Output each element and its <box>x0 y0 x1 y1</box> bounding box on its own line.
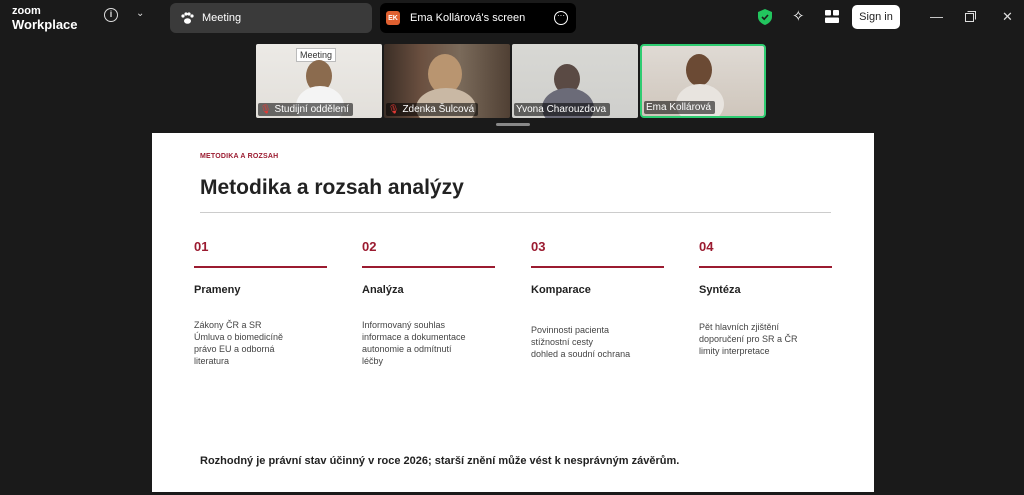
participant-name: Zdenka Šulcová <box>402 104 475 115</box>
info-icon[interactable]: i <box>104 8 118 22</box>
column-line: léčby <box>362 355 384 366</box>
more-options-icon[interactable]: ··· <box>554 11 568 25</box>
column-line: právo EU a odborná <box>194 343 275 354</box>
divider <box>194 266 327 268</box>
participant-name: Studijní oddělení <box>274 104 349 115</box>
participant-video <box>686 54 712 86</box>
avatar: EK <box>386 11 400 25</box>
participant-name: Ema Kollárová <box>646 102 712 113</box>
shield-icon[interactable] <box>758 9 772 25</box>
column-body: Pět hlavních zjištění doporučení pro SR … <box>699 321 832 357</box>
tab-shared-screen-label: Ema Kollárová's screen <box>410 12 526 24</box>
zoom-logo: zoom Workplace <box>12 5 78 32</box>
column-number: 04 <box>699 239 714 254</box>
column-number: 01 <box>194 239 209 254</box>
column-line: Zákony ČR a SR <box>194 319 262 330</box>
column-body: Zákony ČR a SR Úmluva o biomedicíně práv… <box>194 319 327 368</box>
column-heading: Komparace <box>531 283 591 296</box>
method-column: 01 Prameny Zákony ČR a SR Úmluva o biome… <box>194 239 327 367</box>
apps-icon[interactable] <box>825 10 839 23</box>
participant-gallery: Meeting 🎙 Studijní oddělení 🎙 Zdenka Šul… <box>256 44 766 118</box>
column-line: Povinnosti pacienta <box>531 324 610 335</box>
logo-brand-bottom: Workplace <box>12 17 78 32</box>
slide-footer-note: Rozhodný je právní stav účinný v roce 20… <box>200 455 680 467</box>
column-line: limity interpretace <box>699 345 770 356</box>
gallery-drag-handle[interactable] <box>496 123 530 126</box>
column-line: informace a dokumentace <box>362 331 466 342</box>
slide-eyebrow: METODIKA A ROZSAH <box>200 153 279 160</box>
column-number: 02 <box>362 239 377 254</box>
mic-muted-icon: 🎙 <box>260 104 272 114</box>
column-number: 03 <box>531 239 546 254</box>
column-line: autonomie a odmítnutí <box>362 343 452 354</box>
ai-companion-icon[interactable]: ✧ <box>792 7 805 25</box>
title-bar: zoom Workplace i ⌄ Meeting EK Ema Kollár… <box>0 0 1024 36</box>
column-line: stížnostní cesty <box>531 336 594 347</box>
participant-name: Yvona Charouzdova <box>516 104 607 115</box>
divider <box>699 266 832 268</box>
paw-icon <box>181 12 194 24</box>
method-column: 02 Analýza Informovaný souhlas informace… <box>362 239 495 367</box>
column-line: Pět hlavních zjištění <box>699 321 780 332</box>
minimize-icon[interactable]: — <box>930 10 943 23</box>
tab-meeting[interactable]: Meeting <box>170 3 372 33</box>
participant-tile[interactable]: Meeting 🎙 Studijní oddělení <box>256 44 382 118</box>
column-heading: Prameny <box>194 283 241 296</box>
column-heading: Syntéza <box>699 283 741 296</box>
tab-meeting-label: Meeting <box>202 12 242 24</box>
logo-brand-top: zoom <box>12 5 41 17</box>
participant-label: 🎙 Studijní oddělení <box>258 103 353 116</box>
method-column: 04 Syntéza Pět hlavních zjištění doporuč… <box>699 239 832 357</box>
participant-label: 🎙 Zdenka Šulcová <box>386 103 479 116</box>
divider <box>200 212 831 213</box>
chevron-down-icon[interactable]: ⌄ <box>136 8 144 19</box>
method-column: 03 Komparace Povinnosti pacienta stížnos… <box>531 239 664 360</box>
divider <box>531 266 664 268</box>
column-line: Informovaný souhlas <box>362 319 446 330</box>
participant-tile-active-speaker[interactable]: Ema Kollárová <box>640 44 766 118</box>
column-line: literatura <box>194 355 230 366</box>
participant-tile[interactable]: 🎙 Zdenka Šulcová <box>384 44 510 118</box>
participant-label: Ema Kollárová <box>644 101 716 114</box>
restore-icon[interactable] <box>965 11 976 22</box>
column-line: doporučení pro SR a ČR <box>699 333 798 344</box>
column-body: Povinnosti pacienta stížnostní cesty doh… <box>531 324 664 360</box>
close-icon[interactable]: ✕ <box>1002 10 1013 23</box>
column-heading: Analýza <box>362 283 404 296</box>
column-body: Informovaný souhlas informace a dokument… <box>362 319 495 368</box>
column-line: dohled a soudní ochrana <box>531 348 631 359</box>
slide-title: Metodika a rozsah analýzy <box>200 176 464 199</box>
divider <box>362 266 495 268</box>
tab-shared-screen[interactable]: EK Ema Kollárová's screen ··· <box>380 3 576 33</box>
participant-label: Yvona Charouzdova <box>514 103 611 116</box>
sign-in-button[interactable]: Sign in <box>852 5 900 29</box>
participant-tile[interactable]: Yvona Charouzdova <box>512 44 638 118</box>
shared-screen-slide: METODIKA A ROZSAH Metodika a rozsah anal… <box>152 133 874 492</box>
mic-muted-icon: 🎙 <box>388 104 400 114</box>
column-line: Úmluva o biomedicíně <box>194 331 284 342</box>
